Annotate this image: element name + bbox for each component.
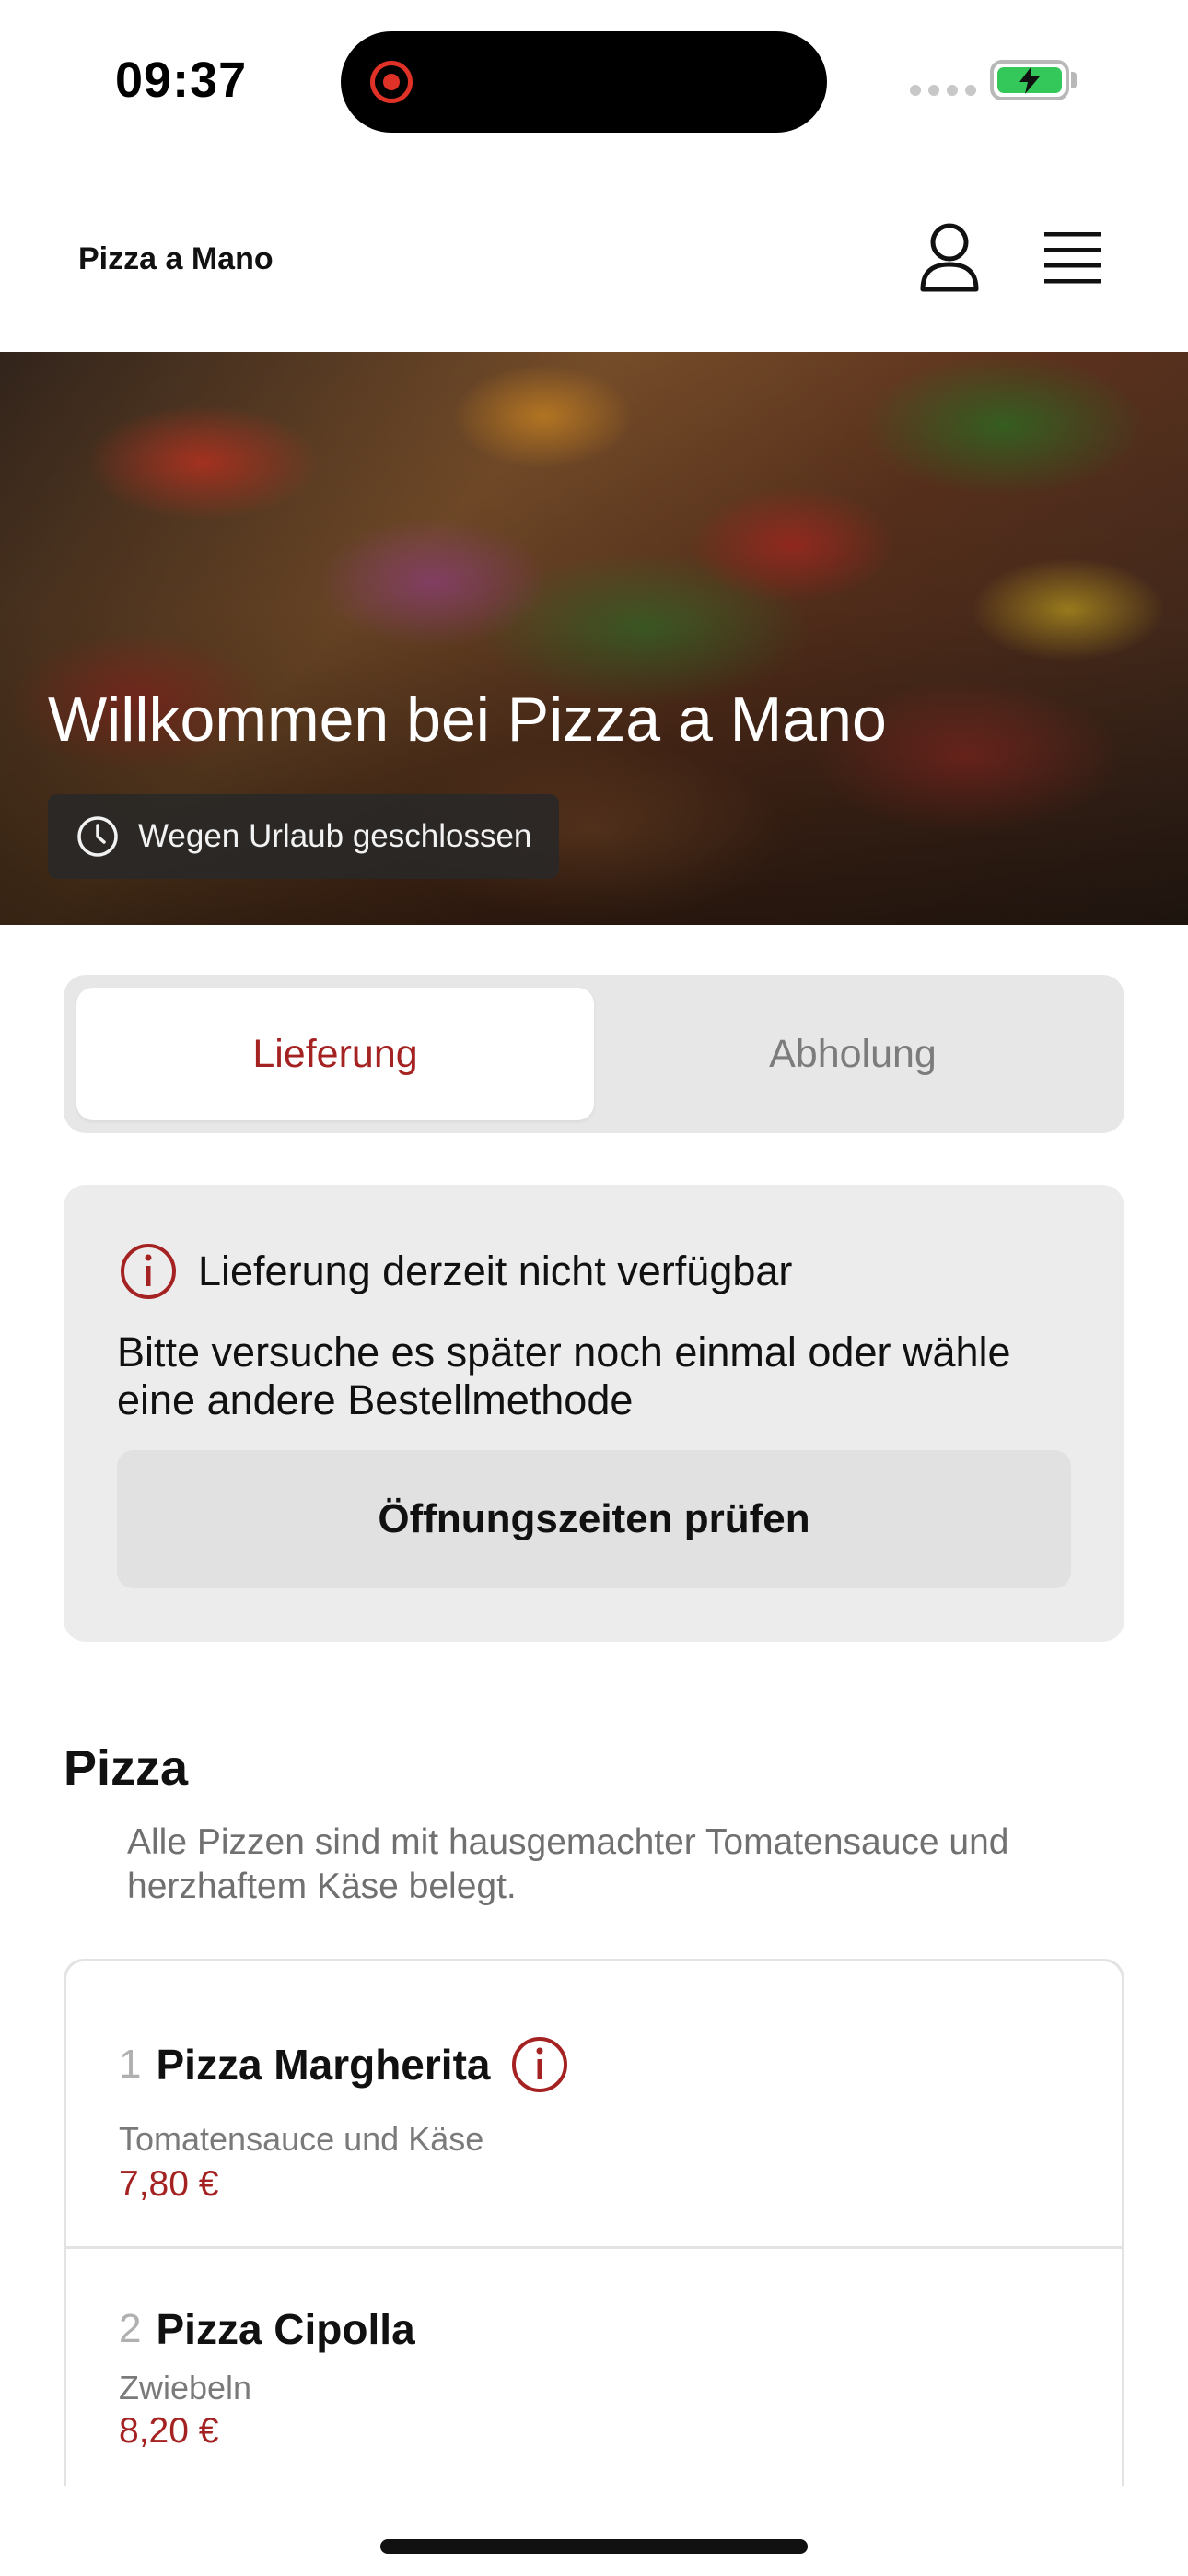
brand-name[interactable]: Pizza a Mano bbox=[78, 241, 274, 277]
product-description: Tomatensauce und Käse bbox=[119, 2120, 484, 2158]
status-bar: 09:37 bbox=[0, 0, 1188, 166]
notice-text: Bitte versuche es später noch einmal ode… bbox=[117, 1329, 1011, 1423]
info-icon bbox=[121, 1244, 176, 1299]
recording-indicator-icon bbox=[370, 61, 413, 103]
product-list: 1 Pizza Margherita Tomatensauce und Käse… bbox=[64, 1959, 1124, 2486]
closed-status-badge: Wegen Urlaub geschlossen bbox=[48, 794, 560, 879]
notice-header: Lieferung derzeit nicht verfügbar bbox=[119, 1242, 792, 1301]
hero-banner: Willkommen bei Pizza a Mano Wegen Urlaub… bbox=[0, 352, 1188, 925]
product-header: 2 Pizza Cipolla bbox=[119, 2304, 415, 2354]
check-opening-hours-button[interactable]: Öffnungszeiten prüfen bbox=[117, 1450, 1071, 1588]
app-header: Pizza a Mano bbox=[0, 166, 1188, 352]
dynamic-island bbox=[341, 31, 827, 133]
category-title: Pizza bbox=[64, 1740, 189, 1796]
notice-title: Lieferung derzeit nicht verfügbar bbox=[198, 1247, 793, 1294]
home-indicator[interactable] bbox=[380, 2539, 808, 2554]
clock-icon bbox=[77, 816, 118, 857]
product-number: 2 bbox=[119, 2306, 142, 2351]
battery-charging-icon bbox=[990, 60, 1069, 100]
category-description: Alle Pizzen sind mit hausgemachter Tomat… bbox=[127, 1822, 1009, 1906]
product-number: 1 bbox=[119, 2042, 142, 2087]
delivery-unavailable-notice: Lieferung derzeit nicht verfügbar Bitte … bbox=[64, 1185, 1124, 1642]
tab-pickup[interactable]: Abholung bbox=[594, 988, 1112, 1120]
hamburger-menu-icon[interactable] bbox=[1041, 228, 1105, 287]
product-price: 7,80 € bbox=[119, 2164, 219, 2204]
product-price: 8,20 € bbox=[119, 2411, 219, 2451]
product-description: Zwiebeln bbox=[119, 2369, 252, 2406]
closed-status-text: Wegen Urlaub geschlossen bbox=[138, 818, 532, 854]
battery-tip bbox=[1071, 72, 1077, 88]
product-name: Pizza Cipolla bbox=[156, 2305, 415, 2353]
status-time: 09:37 bbox=[115, 53, 248, 108]
product-name: Pizza Margherita bbox=[156, 2041, 491, 2089]
user-icon[interactable] bbox=[917, 221, 982, 295]
tab-delivery[interactable]: Lieferung bbox=[76, 988, 594, 1120]
product-item[interactable]: 2 Pizza Cipolla Zwiebeln 8,20 € bbox=[66, 2249, 1122, 2486]
product-item[interactable]: 1 Pizza Margherita Tomatensauce und Käse… bbox=[66, 1961, 1122, 2249]
product-info-icon[interactable] bbox=[510, 2035, 569, 2094]
product-header: 1 Pizza Margherita bbox=[119, 2035, 569, 2094]
cellular-signal-icon bbox=[910, 85, 976, 96]
order-mode-toggle: Lieferung Abholung bbox=[64, 975, 1124, 1133]
hero-title: Willkommen bei Pizza a Mano bbox=[48, 685, 887, 755]
